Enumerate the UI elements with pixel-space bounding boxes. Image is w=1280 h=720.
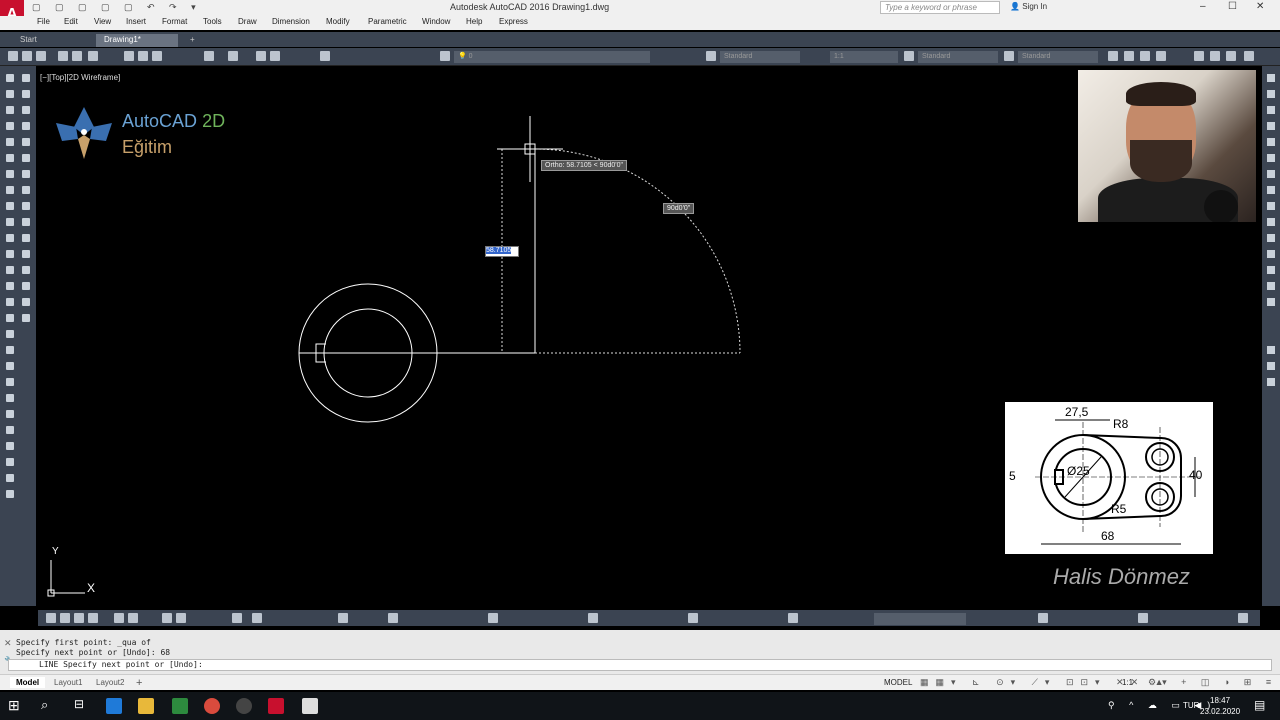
bottom-tool-icon-11[interactable] [338,613,348,623]
bottom-tool-icon-12[interactable] [388,613,398,623]
bottom-tool-icon-9[interactable] [232,613,242,623]
edge-browser-icon[interactable] [106,698,122,714]
add-layout-icon[interactable]: + [136,677,142,689]
taskbar-clock[interactable]: 18:47 23.02.2020 [1200,695,1240,717]
ref-dim-r8: R8 [1113,417,1129,431]
tab-model[interactable]: Model [10,677,46,688]
windows-taskbar: ⊞ ⌕ ⊟ ⚲ ^ ☁ ▭ ◀) TUR 18:47 23.02.2020 ▤ [0,692,1280,720]
bottom-tool-icon-13[interactable] [488,613,498,623]
tab-layout2[interactable]: Layout2 [90,677,130,688]
angle-arc [534,148,741,354]
annotation-scale[interactable]: 1:1 [1122,678,1133,687]
bottom-tool-icon-10[interactable] [252,613,262,623]
reference-drawing: 27,5 R8 Ø25 5 40 R5 68 [1005,402,1213,554]
dynamic-input-field[interactable]: 58.7105 [485,246,519,257]
webcam-overlay [1078,70,1256,222]
status-tools[interactable]: ⚙▾ + ◫ ◑ ⊞ ≡ [1148,677,1277,688]
status-bar: Model Layout1 Layout2 + MODEL ▦▦▾ ⊾ ⊙▾ ⟋… [0,674,1280,690]
bottom-tool-icon-1[interactable] [46,613,56,623]
model-space-button[interactable]: MODEL [884,678,912,687]
ref-dim-40: 40 [1189,468,1203,482]
notification-center-icon[interactable]: ▤ [1254,698,1265,712]
bottom-tool-icon-19[interactable] [1238,613,1248,623]
bottom-toolbar [38,610,1260,626]
dynamic-input-value: 58.7105 [486,247,512,254]
obs-icon[interactable] [236,698,252,714]
photos-icon[interactable] [302,698,318,714]
ref-dim-r5: R5 [1111,502,1127,516]
bottom-tool-icon-3[interactable] [74,613,84,623]
clock-date: 23.02.2020 [1200,707,1241,716]
microphone-icon [1204,190,1238,222]
chrome-icon[interactable] [204,698,220,714]
bottom-dropdown[interactable] [874,613,966,625]
task-view-icon[interactable]: ⊟ [74,697,84,711]
ref-dim-dia25: Ø25 [1067,464,1090,478]
bottom-tool-icon-14[interactable] [588,613,598,623]
bottom-tool-icon-17[interactable] [1038,613,1048,623]
bottom-tool-icon-6[interactable] [128,613,138,623]
author-watermark: Halis Dönmez [1053,564,1190,589]
presenter-hair [1126,82,1196,106]
autocad-taskbar-icon[interactable] [268,698,284,714]
ortho-tooltip: Ortho: 58.7105 < 90d0'0" [541,160,627,171]
ucs-x-label: X [87,581,96,595]
windows-start-icon[interactable]: ⊞ [8,697,20,714]
ref-dim-68: 68 [1101,529,1115,543]
command-history-line: Specify first point: _qua of [16,638,151,647]
command-prompt: LINE Specify next point or [Undo]: [39,660,203,669]
angle-tooltip: 90d0'0" [663,203,695,214]
clock-time: 18:47 [1210,696,1231,705]
bottom-tool-icon-4[interactable] [88,613,98,623]
ref-dim-27-5: 27,5 [1065,405,1089,419]
file-explorer-icon[interactable] [138,698,154,714]
bottom-tool-icon-5[interactable] [114,613,124,623]
search-icon[interactable]: ⌕ [41,697,48,713]
presenter-beard [1130,140,1192,182]
ucs-y-label: Y [52,546,59,557]
bottom-tool-icon-7[interactable] [162,613,172,623]
command-input[interactable]: LINE Specify next point or [Undo]: [8,659,1272,671]
bottom-tool-icon-16[interactable] [788,613,798,623]
command-history-line: Specify next point or [Undo]: 68 [16,648,171,657]
bottom-tool-icon-18[interactable] [1138,613,1148,623]
store-icon[interactable] [172,698,188,714]
bottom-tool-icon-2[interactable] [60,613,70,623]
close-command-icon[interactable]: ✕ [4,638,12,649]
bottom-tool-icon-15[interactable] [688,613,698,623]
language-indicator[interactable]: TUR [1183,701,1199,710]
ref-dim-5: 5 [1009,469,1016,483]
tab-layout1[interactable]: Layout1 [48,677,88,688]
bottom-tool-icon-8[interactable] [176,613,186,623]
